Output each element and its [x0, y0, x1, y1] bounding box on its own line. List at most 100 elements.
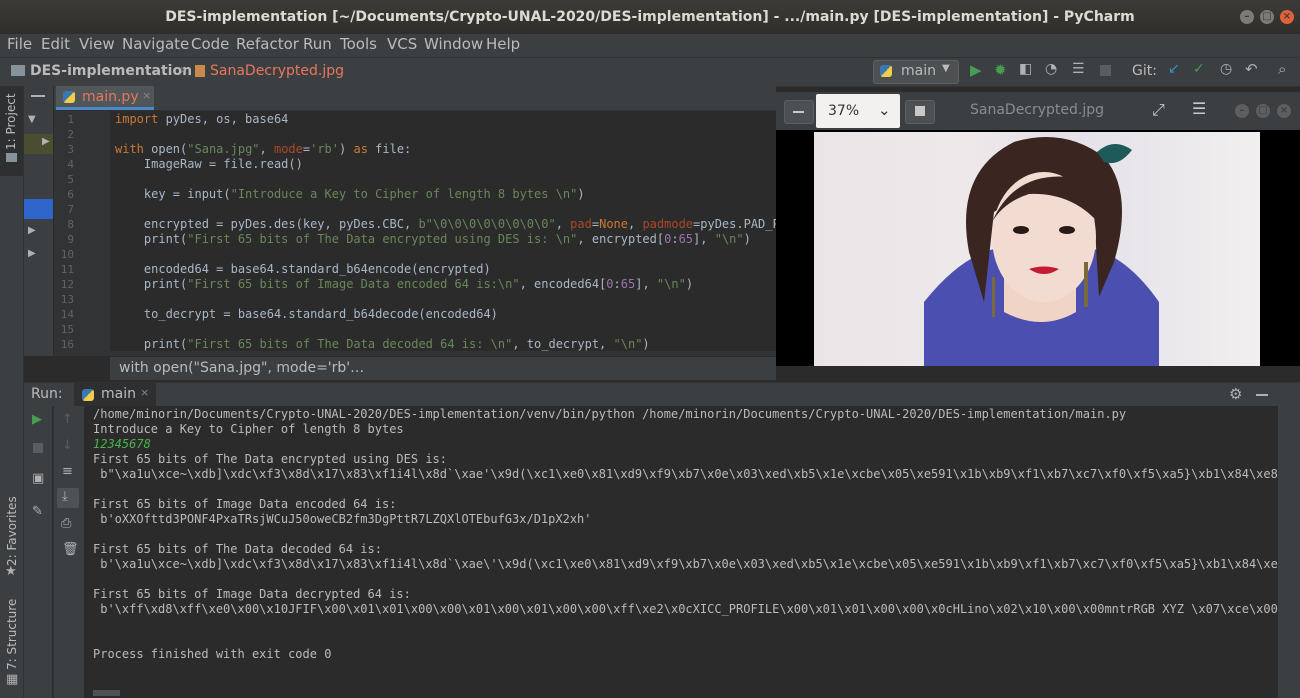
zoom-out-button[interactable] — [784, 100, 814, 124]
run-icon[interactable]: ▶ — [970, 61, 982, 79]
rerun-icon[interactable]: ▶ — [32, 412, 42, 427]
coverage-icon[interactable]: ◧ — [1019, 61, 1032, 77]
hide-panel-icon[interactable] — [1256, 394, 1268, 396]
pin-icon[interactable]: ✎ — [32, 504, 43, 519]
maximize-icon[interactable]: □ — [1260, 10, 1274, 24]
tree-expand-icon[interactable]: ▼ — [28, 114, 36, 125]
git-commit-icon[interactable]: ✓ — [1193, 61, 1205, 77]
gear-icon[interactable]: ⚙ — [1229, 385, 1242, 403]
navigation-bar: DES-implementation › SanaDecrypted.jpg m… — [0, 57, 1300, 87]
menu-edit[interactable]: Edit — [41, 35, 70, 53]
print-icon[interactable]: ⎙ — [61, 516, 71, 531]
close-tab-icon[interactable]: × — [142, 89, 151, 102]
line-number: 9 — [67, 233, 74, 246]
debug-icon[interactable]: ✹ — [994, 61, 1007, 79]
menu-bar: File Edit View Navigate Code Refactor Ru… — [0, 34, 1300, 57]
structure-icon: ▦ — [6, 672, 19, 687]
tree-expand-icon[interactable]: ▶ — [42, 136, 50, 147]
viewer-maximize-icon[interactable]: □ — [1256, 104, 1270, 118]
minus-icon — [793, 111, 804, 113]
window-title-bar: DES-implementation [~/Documents/Crypto-U… — [0, 0, 1300, 34]
tree-expand-icon[interactable]: ▶ — [28, 248, 36, 259]
line-number: 16 — [60, 338, 74, 351]
zoom-select[interactable]: 37% ⌄ — [816, 94, 900, 128]
menu-navigate[interactable]: Navigate — [122, 35, 189, 53]
menu-view[interactable]: View — [79, 35, 115, 53]
chevron-down-icon: ▼ — [942, 63, 950, 74]
viewer-minimize-icon[interactable]: – — [1235, 104, 1249, 118]
zoom-in-button[interactable] — [905, 100, 935, 124]
run-tab-label: main — [101, 386, 136, 402]
tree-expand-icon[interactable]: ▶ — [28, 225, 36, 236]
line-number: 14 — [60, 308, 74, 321]
git-rollback-icon[interactable]: ↶ — [1245, 60, 1258, 78]
tab-label: main.py — [82, 89, 139, 105]
profile-icon[interactable]: ◔ — [1045, 61, 1057, 77]
window-title: DES-implementation [~/Documents/Crypto-U… — [165, 9, 1135, 25]
tree-row-active[interactable] — [24, 199, 53, 219]
code-breadcrumb[interactable]: with open("Sana.jpg", mode='rb'… — [110, 357, 776, 380]
down-arrow-icon[interactable]: ↓ — [62, 438, 73, 453]
search-icon[interactable]: ⌕ — [1278, 60, 1286, 78]
code-breadcrumb-text: with open("Sana.jpg", mode='rb'… — [119, 360, 365, 376]
horizontal-scrollbar-thumb[interactable] — [93, 690, 120, 696]
collapse-icon[interactable] — [31, 95, 45, 97]
python-icon — [63, 91, 75, 103]
console-line: First 65 bits of The Data encrypted usin… — [93, 452, 448, 466]
menu-run[interactable]: Run — [303, 35, 332, 53]
code-line: print("First 65 bits of The Data decoded… — [115, 337, 650, 351]
breadcrumb-file[interactable]: SanaDecrypted.jpg — [210, 63, 344, 79]
code-line: print("First 65 bits of The Data encrypt… — [115, 232, 751, 246]
line-number: 12 — [60, 278, 74, 291]
close-icon[interactable]: × — [1280, 10, 1294, 24]
code-line: with open("Sana.jpg", mode='rb') as file… — [115, 142, 412, 156]
code-editor[interactable]: import pyDes, os, base64 with open("Sana… — [110, 111, 776, 356]
menu-refactor[interactable]: Refactor — [236, 35, 299, 53]
run-config-label: main — [901, 63, 936, 79]
menu-file[interactable]: File — [7, 35, 32, 53]
line-number: 3 — [67, 143, 74, 156]
git-history-icon[interactable]: ◷ — [1220, 61, 1232, 77]
console-scrollbar-track[interactable] — [1278, 406, 1300, 698]
menu-help[interactable]: Help — [486, 35, 520, 53]
breadcrumb-project[interactable]: DES-implementation — [30, 63, 192, 79]
run-toolbar-secondary: ↑ ↓ ≡ ⤓ ⎙ 🗑 — [53, 406, 84, 698]
trash-icon[interactable]: 🗑 — [62, 542, 79, 557]
code-line: encoded64 = base64.standard_b64encode(en… — [115, 262, 491, 276]
image-viewer-window: 37% ⌄ SanaDecrypted.jpg ⤢ ☰ – □ × — [776, 92, 1300, 366]
line-number: 10 — [60, 248, 74, 261]
code-line: key = input("Introduce a Key to Cipher o… — [115, 187, 585, 201]
tab-main-py[interactable]: main.py × — [56, 86, 154, 110]
line-number: 2 — [67, 128, 74, 141]
concurrency-icon[interactable]: ☰ — [1072, 61, 1085, 77]
stop-icon[interactable] — [1100, 65, 1111, 76]
layout-icon[interactable]: ▣ — [32, 471, 44, 486]
chevron-down-icon: ⌄ — [878, 101, 891, 119]
soft-wrap-icon[interactable]: ≡ — [62, 464, 73, 479]
menu-code[interactable]: Code — [191, 35, 229, 53]
fullscreen-icon[interactable]: ⤢ — [1152, 100, 1165, 120]
git-label: Git: — [1132, 63, 1157, 79]
viewer-close-icon[interactable]: × — [1277, 104, 1291, 118]
tab-structure[interactable]: 7: Structure — [5, 599, 19, 670]
minimize-icon[interactable]: – — [1240, 10, 1254, 24]
run-config-selector[interactable]: main ▼ — [873, 60, 959, 84]
run-tab-main[interactable]: main × — [74, 383, 156, 407]
stop-icon[interactable] — [33, 443, 43, 453]
scroll-to-end-button[interactable]: ⤓ — [57, 488, 79, 508]
up-arrow-icon[interactable]: ↑ — [62, 412, 73, 427]
folder-icon — [6, 153, 17, 162]
console-line: First 65 bits of Image Data encoded 64 i… — [93, 497, 397, 511]
line-number: 6 — [67, 188, 74, 201]
menu-icon[interactable]: ☰ — [1192, 99, 1206, 118]
line-number: 7 — [67, 203, 74, 216]
code-line: to_decrypt = base64.standard_b64decode(e… — [115, 307, 498, 321]
menu-tools[interactable]: Tools — [340, 35, 377, 53]
tab-favorites[interactable]: 2: Favorites — [5, 496, 19, 566]
close-tab-icon[interactable]: × — [140, 386, 149, 399]
run-console[interactable]: /home/minorin/Documents/Crypto-UNAL-2020… — [84, 406, 1278, 698]
menu-vcs[interactable]: VCS — [387, 35, 417, 53]
git-update-icon[interactable]: ↙ — [1168, 61, 1180, 77]
tab-project[interactable]: 1: Project — [4, 93, 18, 150]
menu-window[interactable]: Window — [424, 35, 483, 53]
